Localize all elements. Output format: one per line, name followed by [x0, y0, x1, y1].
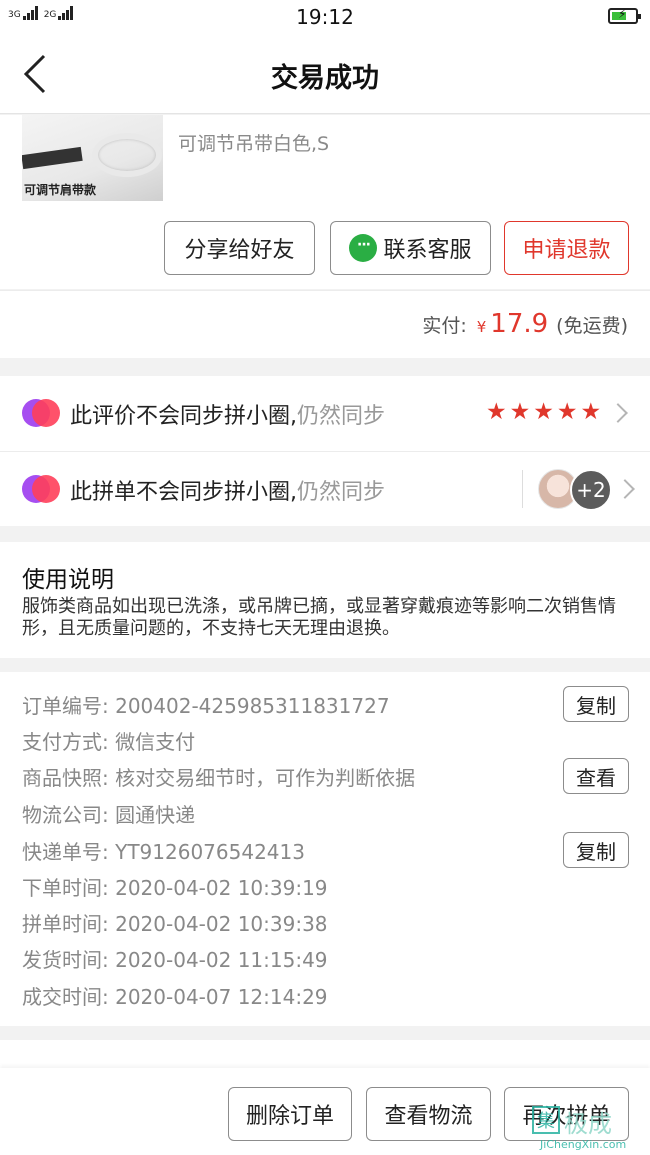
page-title: 交易成功 [271, 63, 379, 94]
payment-amount: 17.9 [490, 309, 549, 339]
chevron-right-icon [615, 479, 635, 499]
delete-order-button[interactable]: 删除订单 [228, 1087, 352, 1141]
thumbnail-caption: 可调节肩带款 [24, 183, 97, 197]
nav-bar: 交易成功 [0, 34, 650, 114]
payment-summary: 实付: ¥ 17.9 (免运费) [0, 290, 650, 358]
battery-icon: ⚡ [608, 7, 641, 24]
detail-value: 圆通快递 [115, 803, 196, 827]
watermark-text: 极成 [564, 1110, 612, 1138]
product-variant: 可调节吊带白色,S [178, 133, 330, 155]
detail-row: 订单编号: 200402-425985311831727 [22, 690, 390, 719]
detail-label: 物流公司: [22, 803, 109, 827]
detail-row: 拼单时间: 2020-04-02 10:39:38 [22, 908, 328, 937]
review-sync-action[interactable]: 仍然同步 [297, 404, 385, 429]
detail-label: 支付方式: [22, 730, 109, 754]
detail-label: 拼单时间: [22, 912, 109, 936]
usage-body: 服饰类商品如出现已洗涤，或吊牌已摘，或显著穿戴痕迹等影响二次销售情形，且无质量问… [22, 596, 616, 639]
refund-button-label: 申请退款 [522, 238, 611, 263]
detail-label: 下单时间: [22, 876, 109, 900]
detail-row: 下单时间: 2020-04-02 10:39:19 [22, 872, 328, 901]
detail-row: 物流公司: 圆通快递 [22, 799, 195, 828]
detail-row: 发货时间: 2020-04-02 11:15:49 [22, 944, 328, 973]
review-sync-row[interactable]: 此评价不会同步拼小圈,仍然同步 ★ ★ ★ ★ ★ [0, 376, 650, 450]
detail-value: 2020-04-07 12:14:29 [115, 985, 328, 1009]
sync-section: 此评价不会同步拼小圈,仍然同步 ★ ★ ★ ★ ★ 此拼单不会同步拼小圈,仍然同… [0, 376, 650, 526]
detail-label: 发货时间: [22, 948, 109, 972]
detail-value: 2020-04-02 10:39:38 [115, 912, 328, 936]
status-time: 19:12 [296, 5, 354, 29]
divider [522, 470, 523, 508]
product-section: 可调节肩带款 可调节吊带白色,S 分享给好友 联系客服 申请退款 [0, 115, 650, 289]
detail-row: 商品快照: 核对交易细节时，可作为判断依据 [22, 762, 415, 791]
detail-value: 2020-04-02 11:15:49 [115, 948, 328, 972]
order-sync-text: 此拼单不会同步拼小圈, [70, 480, 297, 505]
share-button-label: 分享给好友 [184, 238, 295, 263]
order-sync-action[interactable]: 仍然同步 [297, 480, 385, 505]
detail-value: YT9126076542413 [115, 840, 305, 864]
view-snapshot-button[interactable]: 查看 [563, 758, 629, 794]
star-icon: ★ [556, 399, 578, 425]
watermark: 集 极成 JiChengXin.com [532, 1100, 650, 1155]
status-bar: 3G 2G 19:12 ⚡ [0, 0, 650, 34]
chat-bubble-icon [349, 234, 378, 262]
more-participants-badge: +2 [570, 469, 612, 511]
contact-service-button[interactable]: 联系客服 [330, 221, 491, 275]
star-icon: ★ [533, 399, 554, 425]
hidden-content-strip [0, 1040, 650, 1070]
watermark-logo-icon: 集 [532, 1106, 560, 1134]
usage-title: 使用说明 [22, 567, 114, 593]
star-icon: ★ [509, 399, 531, 425]
detail-value: 200402-425985311831727 [115, 694, 390, 718]
copy-order-number-button[interactable]: 复制 [563, 686, 629, 722]
usage-notes: 使用说明 服饰类商品如出现已洗涤，或吊牌已摘，或显著穿戴痕迹等影响二次销售情形，… [0, 542, 650, 658]
currency-symbol: ¥ [476, 318, 487, 336]
star-icon: ★ [486, 399, 507, 425]
pinxiaoquan-icon [22, 475, 60, 503]
order-details: 订单编号: 200402-425985311831727 复制 支付方式: 微信… [0, 672, 650, 1026]
product-thumbnail[interactable]: 可调节肩带款 [22, 115, 163, 201]
detail-value: 2020-04-02 10:39:19 [115, 876, 328, 900]
detail-value: 核对交易细节时，可作为判断依据 [115, 766, 416, 790]
star-icon: ★ [580, 399, 602, 425]
copy-tracking-number-button[interactable]: 复制 [563, 832, 629, 868]
contact-service-label: 联系客服 [383, 238, 472, 263]
pinxiaoquan-icon [22, 399, 60, 427]
detail-label: 订单编号: [22, 694, 109, 718]
detail-row: 成交时间: 2020-04-07 12:14:29 [22, 981, 328, 1010]
detail-label: 商品快照: [22, 766, 109, 790]
chevron-right-icon [608, 403, 628, 423]
detail-value: 微信支付 [115, 730, 196, 754]
rating-stars: ★ ★ ★ ★ ★ [486, 400, 601, 424]
share-button[interactable]: 分享给好友 [164, 221, 315, 275]
order-sync-row[interactable]: 此拼单不会同步拼小圈,仍然同步 +2 [0, 451, 650, 525]
watermark-url: JiChengXin.com [540, 1138, 627, 1151]
detail-label: 成交时间: [22, 985, 109, 1009]
detail-label: 快递单号: [22, 840, 109, 864]
detail-row: 快递单号: YT9126076542413 [22, 836, 305, 865]
refund-button[interactable]: 申请退款 [504, 221, 629, 275]
review-sync-text: 此评价不会同步拼小圈, [70, 404, 297, 429]
view-logistics-button[interactable]: 查看物流 [366, 1087, 491, 1141]
detail-row: 支付方式: 微信支付 [22, 726, 195, 755]
payment-label: 实付: [422, 315, 467, 337]
shipping-note: (免运费) [556, 315, 628, 337]
